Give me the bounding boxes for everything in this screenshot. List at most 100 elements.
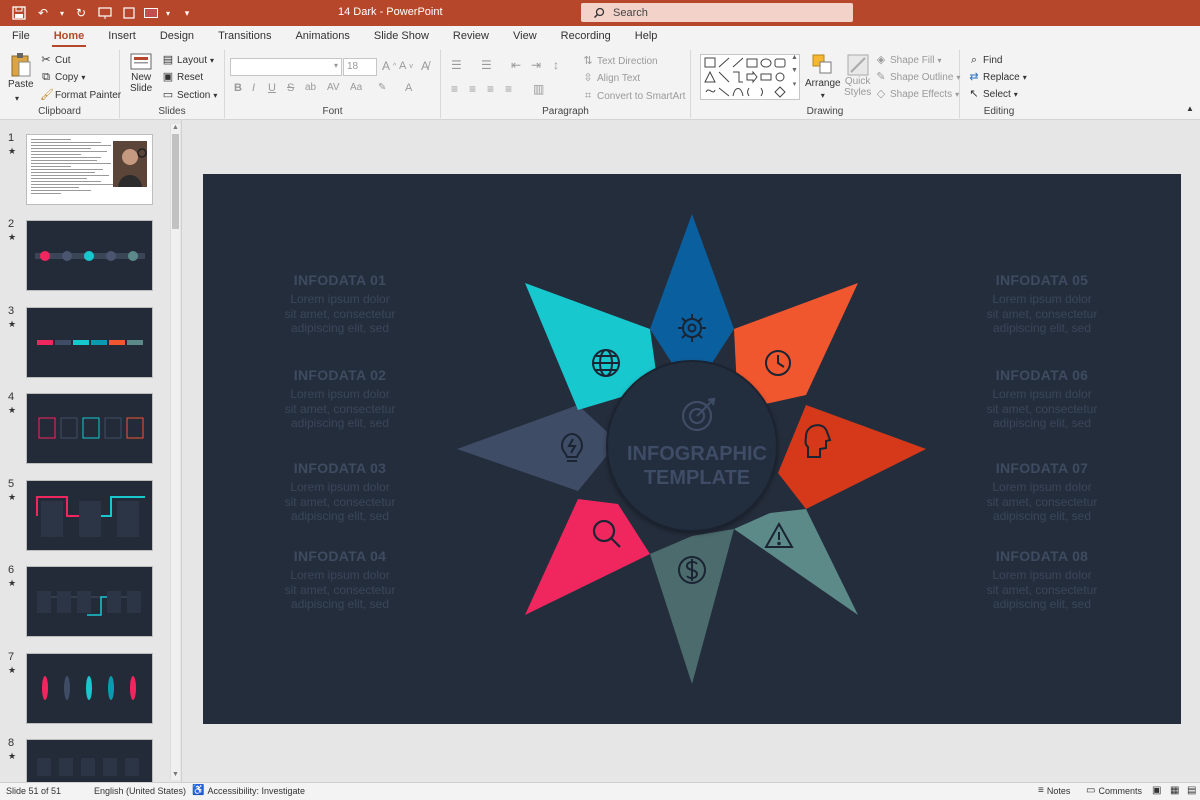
save-icon[interactable] xyxy=(10,4,28,22)
tab-transitions[interactable]: Transitions xyxy=(206,26,283,48)
collapse-ribbon-icon[interactable]: ▲ xyxy=(1186,104,1194,113)
scroll-up-icon[interactable]: ▲ xyxy=(172,124,179,131)
tab-help[interactable]: Help xyxy=(623,26,670,48)
petal-bottom-left[interactable] xyxy=(525,499,650,615)
search-box[interactable]: Search xyxy=(581,3,853,22)
increase-indent-button[interactable]: ⇥ xyxy=(531,58,541,72)
petal-bottom-right[interactable] xyxy=(734,509,858,615)
highlight-button[interactable]: ✎ xyxy=(378,82,386,93)
slides-scrollbar-thumb[interactable] xyxy=(172,134,179,229)
new-slide-button[interactable]: New Slide xyxy=(130,52,152,94)
info-block-08[interactable]: INFODATA 08 Lorem ipsum dolor sit amet, … xyxy=(972,548,1112,612)
tab-home[interactable]: Home xyxy=(42,26,97,48)
italic-button[interactable]: I xyxy=(252,82,255,94)
font-color-button[interactable]: A xyxy=(405,82,412,94)
info-block-02[interactable]: INFODATA 02 Lorem ipsum dolor sit amet, … xyxy=(270,367,410,431)
columns-button[interactable]: ▥ xyxy=(533,82,544,96)
align-left-button[interactable]: ≡ xyxy=(451,82,458,96)
quick-styles-button[interactable]: Quick Styles xyxy=(844,54,871,98)
petal-bottom[interactable] xyxy=(650,529,734,684)
info-block-04[interactable]: INFODATA 04 Lorem ipsum dolor sit amet, … xyxy=(270,548,410,612)
shape-outline-button[interactable]: ✎ Shape Outline ▾ xyxy=(875,71,960,83)
line-spacing-button[interactable]: ↕ xyxy=(553,58,559,72)
select-button[interactable]: ↖ Select ▾ xyxy=(968,88,1017,100)
bold-button[interactable]: B xyxy=(234,82,242,94)
font-size-box[interactable]: 18 xyxy=(343,58,377,76)
notes-button[interactable]: ≡ Notes xyxy=(1038,785,1070,796)
shapes-gallery-scroll[interactable]: ▲ ▼ ▾ xyxy=(791,54,798,88)
cut-button[interactable]: ✂ Cut xyxy=(40,54,70,66)
align-center-button[interactable]: ≡ xyxy=(469,82,476,96)
paste-button[interactable]: Paste xyxy=(8,52,34,90)
info-block-05[interactable]: INFODATA 05 Lorem ipsum dolor sit amet, … xyxy=(972,272,1112,336)
underline-button[interactable]: U xyxy=(268,82,276,94)
petal-right[interactable] xyxy=(778,405,926,509)
checkbox-icon[interactable] xyxy=(120,4,138,22)
petal-left[interactable] xyxy=(457,405,618,491)
format-painter-button[interactable]: 🖌 Format Painter xyxy=(40,89,121,101)
tab-file[interactable]: File xyxy=(0,26,42,48)
tab-slide-show[interactable]: Slide Show xyxy=(362,26,441,48)
paste-dropdown-icon[interactable]: ▾ xyxy=(15,94,19,103)
slide-thumbnail-1[interactable] xyxy=(26,134,153,205)
slide-thumbnail-7[interactable] xyxy=(26,653,153,724)
accessibility-status[interactable]: ♿ Accessibility: Investigate xyxy=(192,785,305,796)
info-block-07[interactable]: INFODATA 07 Lorem ipsum dolor sit amet, … xyxy=(972,460,1112,524)
redo-icon[interactable]: ↻ xyxy=(72,4,90,22)
info-block-03[interactable]: INFODATA 03 Lorem ipsum dolor sit amet, … xyxy=(270,460,410,524)
slide-thumbnail-4[interactable] xyxy=(26,393,153,464)
reset-button[interactable]: ▣ Reset xyxy=(162,71,203,83)
char-spacing-button[interactable]: ab xyxy=(305,82,316,93)
find-button[interactable]: ⌕ Find xyxy=(968,54,1003,66)
layout-button[interactable]: ▤ Layout ▾ xyxy=(162,54,214,66)
undo-dropdown-icon[interactable]: ▾ xyxy=(58,4,66,22)
slide-thumbnail-3[interactable] xyxy=(26,307,153,378)
language-status[interactable]: English (United States) xyxy=(94,786,186,796)
decrease-indent-button[interactable]: ⇤ xyxy=(511,58,521,72)
increase-font-button[interactable]: A ^ xyxy=(382,59,396,73)
char-spacing-wide-button[interactable]: AV xyxy=(327,82,340,93)
present-icon[interactable] xyxy=(96,4,114,22)
shape-fill-button[interactable]: ◈ Shape Fill ▾ xyxy=(875,54,942,66)
shape-effects-button[interactable]: ◇ Shape Effects ▾ xyxy=(875,88,959,100)
smartart-button[interactable]: ⌗ Convert to SmartArt xyxy=(582,90,685,102)
slide-thumbnail-6[interactable] xyxy=(26,566,153,637)
text-direction-button[interactable]: ⇅ Text Direction xyxy=(582,55,657,67)
tab-recording[interactable]: Recording xyxy=(549,26,623,48)
tab-view[interactable]: View xyxy=(501,26,549,48)
replace-button[interactable]: ⇄ Replace ▾ xyxy=(968,71,1026,83)
tab-animations[interactable]: Animations xyxy=(283,26,361,48)
slide-thumbnail-5[interactable] xyxy=(26,480,153,551)
change-case-button[interactable]: Aa xyxy=(350,82,362,93)
shape-color-icon[interactable] xyxy=(144,8,158,18)
bullets-button[interactable]: ☰ xyxy=(451,58,462,72)
slide-sorter-icon[interactable]: ▦ xyxy=(1170,785,1179,796)
info-block-06[interactable]: INFODATA 06 Lorem ipsum dolor sit amet, … xyxy=(972,367,1112,431)
tab-review[interactable]: Review xyxy=(441,26,501,48)
swatch-dropdown-icon[interactable]: ▾ xyxy=(164,4,172,22)
reading-view-icon[interactable]: ▤ xyxy=(1187,785,1196,796)
align-right-button[interactable]: ≡ xyxy=(487,82,494,96)
normal-view-icon[interactable]: ▣ xyxy=(1152,785,1161,796)
scroll-down-icon[interactable]: ▼ xyxy=(172,771,179,778)
info-block-01[interactable]: INFODATA 01 Lorem ipsum dolor sit amet, … xyxy=(270,272,410,336)
slide-canvas[interactable]: INFOGRAPHIC TEMPLATE INFODATA 01 Lorem i… xyxy=(203,174,1181,724)
numbering-button[interactable]: ☰ xyxy=(481,58,492,72)
customize-toolbar-icon[interactable]: ▾ xyxy=(178,4,196,22)
clear-format-button[interactable]: A̸ xyxy=(421,59,429,73)
shapes-gallery[interactable] xyxy=(700,54,800,100)
comments-button[interactable]: ▭ Comments xyxy=(1086,785,1142,796)
section-button[interactable]: ▭ Section ▾ xyxy=(162,89,218,101)
tab-design[interactable]: Design xyxy=(148,26,206,48)
copy-button[interactable]: ⧉ Copy ▾ xyxy=(40,71,85,83)
decrease-font-button[interactable]: Av xyxy=(399,60,413,72)
arrange-button[interactable]: Arrange ▾ xyxy=(805,54,841,100)
star-infographic[interactable]: INFOGRAPHIC TEMPLATE xyxy=(203,174,1181,724)
justify-button[interactable]: ≡ xyxy=(505,82,512,96)
font-name-box[interactable]: ▾ xyxy=(230,58,342,76)
tab-insert[interactable]: Insert xyxy=(96,26,148,48)
align-text-button[interactable]: ⇳ Align Text xyxy=(582,72,640,84)
slide-thumbnail-2[interactable] xyxy=(26,220,153,291)
strikethrough-button[interactable]: S xyxy=(287,82,294,94)
slide-thumbnail-8[interactable] xyxy=(26,739,153,782)
